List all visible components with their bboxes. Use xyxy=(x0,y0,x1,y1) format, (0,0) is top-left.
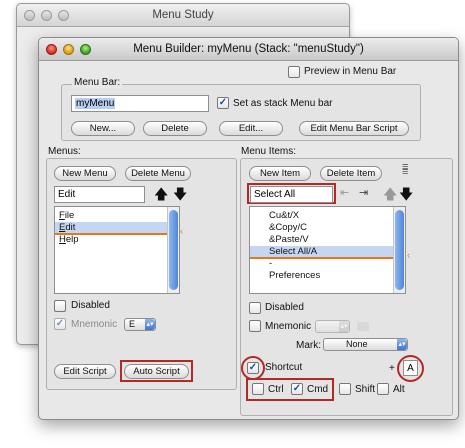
drop-indicator xyxy=(250,257,395,259)
menu-mnemonic-label: Mnemonic xyxy=(71,319,118,330)
shift-checkbox[interactable] xyxy=(339,383,351,395)
new-item-button[interactable]: New Item xyxy=(249,166,311,181)
list-item[interactable]: Help xyxy=(55,234,179,246)
delete-item-button[interactable]: Delete Item xyxy=(320,166,382,181)
shortcut-checkbox[interactable]: ✓ xyxy=(247,362,259,374)
plus-label: + xyxy=(389,363,395,374)
item-disabled-checkbox[interactable] xyxy=(249,302,261,314)
window-title: Menu Builder: myMenu (Stack: "menuStudy"… xyxy=(133,43,364,55)
move-up-icon[interactable]: 🡅 xyxy=(383,187,397,201)
mnemonic-preview xyxy=(357,322,369,331)
item-mnemonic-checkbox[interactable] xyxy=(249,320,261,332)
list-item[interactable]: &Paste/V xyxy=(250,234,405,246)
window-titlebar: Menu Builder: myMenu (Stack: "menuStudy"… xyxy=(39,38,458,61)
ctrl-checkbox[interactable] xyxy=(252,383,264,395)
mark-popup[interactable]: None ▴▾ xyxy=(323,338,408,351)
chevron-updown-icon: ▴▾ xyxy=(397,339,407,350)
item-mnemonic-popup[interactable]: ▴▾ xyxy=(315,320,350,333)
list-item[interactable]: File xyxy=(55,210,179,222)
menubar-group-label: Menu Bar: xyxy=(72,77,123,88)
indent-icon[interactable]: ⇥ xyxy=(359,186,368,199)
menu-items-scrollbar[interactable] xyxy=(393,207,405,293)
minimize-icon[interactable] xyxy=(41,10,52,21)
menu-disabled-checkbox[interactable] xyxy=(54,300,66,312)
drop-indicator xyxy=(55,233,169,235)
menubar-name-field[interactable]: myMenu xyxy=(71,95,209,112)
background-window-titlebar: Menu Study xyxy=(17,4,349,27)
list-item[interactable]: Preferences xyxy=(250,270,405,282)
move-down-icon[interactable]: 🡇 xyxy=(399,187,413,201)
edit-menubar-button[interactable]: Edit... xyxy=(219,121,283,136)
alt-label: Alt xyxy=(393,384,405,395)
shortcut-key-field[interactable]: A xyxy=(403,360,418,376)
item-mnemonic-label: Mnemonic xyxy=(265,321,312,332)
delete-menu-button[interactable]: Delete Menu xyxy=(125,166,191,181)
move-up-icon[interactable]: 🡅 xyxy=(154,187,168,201)
list-item[interactable]: &Copy/C xyxy=(250,222,405,234)
menu-builder-window: Menu Builder: myMenu (Stack: "menuStudy"… xyxy=(38,37,459,420)
close-icon[interactable] xyxy=(46,44,57,55)
drop-marker-icon: ‹ xyxy=(180,226,183,236)
stack-menubar-checkbox[interactable]: ✓ xyxy=(217,97,229,109)
zoom-icon[interactable] xyxy=(80,44,91,55)
mnemonic-popup[interactable]: E ▴▾ xyxy=(124,318,156,331)
menu-items-list[interactable]: Cu&t/X &Copy/C &Paste/V Select All/A - P… xyxy=(249,206,406,294)
new-menu-button[interactable]: New Menu xyxy=(54,166,116,181)
list-options-icon[interactable]: ≡ ≡ xyxy=(402,162,408,178)
outdent-icon[interactable]: ⇤ xyxy=(340,186,349,199)
preview-label: Preview in Menu Bar xyxy=(304,66,397,77)
shift-label: Shift xyxy=(355,384,376,395)
ctrl-label: Ctrl xyxy=(268,384,284,395)
mark-value: None xyxy=(346,339,368,349)
menubar-name-value: myMenu xyxy=(75,98,116,109)
list-item[interactable]: Cu&t/X xyxy=(250,210,405,222)
shortcut-label: Shortcut xyxy=(265,362,303,373)
mnemonic-value: E xyxy=(129,319,136,329)
chevron-updown-icon: ▴▾ xyxy=(145,319,155,330)
scroll-thumb[interactable] xyxy=(395,210,404,290)
minimize-icon[interactable] xyxy=(63,44,74,55)
menus-list-scrollbar[interactable] xyxy=(167,207,179,293)
mark-label: Mark: xyxy=(296,340,321,351)
preview-checkbox[interactable] xyxy=(288,66,300,78)
stack-menubar-label: Set as stack Menu bar xyxy=(233,98,333,109)
edit-script-button[interactable]: Edit Script xyxy=(54,364,116,379)
menu-disabled-label: Disabled xyxy=(71,300,110,311)
move-down-icon[interactable]: 🡇 xyxy=(173,187,187,201)
edit-menubar-script-button[interactable]: Edit Menu Bar Script xyxy=(299,121,409,136)
cmd-checkbox[interactable]: ✓ xyxy=(291,383,303,395)
menus-list[interactable]: File Edit Help xyxy=(54,206,180,294)
menu-mnemonic-checkbox[interactable]: ✓ xyxy=(54,318,66,330)
menu-name-field[interactable]: Edit xyxy=(54,186,145,203)
cmd-label: Cmd xyxy=(307,384,329,395)
background-window-title: Menu Study xyxy=(152,9,214,21)
delete-menubar-button[interactable]: Delete xyxy=(143,121,207,136)
alt-checkbox[interactable] xyxy=(377,383,389,395)
item-name-field[interactable]: Select All xyxy=(250,186,333,203)
close-icon[interactable] xyxy=(24,10,35,21)
drop-marker-icon: ‹ xyxy=(407,250,410,260)
menu-items-label: Menu Items: xyxy=(241,146,297,157)
menus-label: Menus: xyxy=(48,146,81,157)
item-disabled-label: Disabled xyxy=(265,302,304,313)
scroll-thumb[interactable] xyxy=(169,210,178,290)
chevron-updown-icon: ▴▾ xyxy=(339,321,349,332)
new-menubar-button[interactable]: New... xyxy=(71,121,135,136)
list-item[interactable]: - xyxy=(250,258,405,270)
zoom-icon[interactable] xyxy=(58,10,69,21)
auto-script-button[interactable]: Auto Script xyxy=(124,364,189,379)
